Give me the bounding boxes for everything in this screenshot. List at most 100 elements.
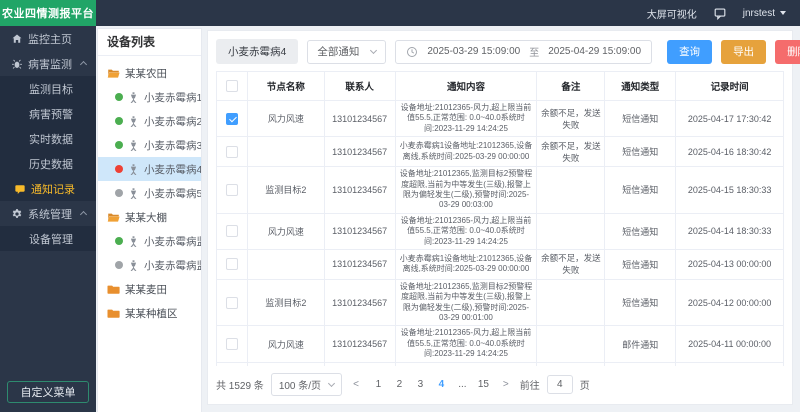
gear-icon <box>11 208 23 220</box>
tree-label: 某某农田 <box>125 66 167 81</box>
cell-contact: 13101234567 <box>324 137 395 167</box>
checkbox-cell <box>217 213 248 249</box>
tree-folder[interactable]: 某某麦田 <box>98 277 201 301</box>
row-checkbox[interactable] <box>226 146 238 158</box>
status-dot <box>115 141 123 149</box>
cell-type: 邮件通知 <box>605 326 676 362</box>
next-page-button[interactable]: > <box>499 379 513 390</box>
cell-type: 短信通知 <box>605 137 676 167</box>
tree-folder[interactable]: 某某大棚 <box>98 205 201 229</box>
cell-time: 2025-04-17 17:30:42 <box>676 101 784 137</box>
cell-node: 风力风速 <box>248 326 325 362</box>
sidebar-item-4[interactable]: 实时数据 <box>0 126 96 151</box>
table-header-row: 节点名称联系人通知内容备注通知类型记录时间 <box>217 72 784 101</box>
device-list-panel: 设备列表 某某农田小麦赤霉病1小麦赤霉病2小麦赤霉病3小麦赤霉病4小麦赤霉病5某… <box>97 28 202 412</box>
table-row[interactable]: 监测目标213101234567设备地址:21012365,监测目标2预警程度超… <box>217 167 784 214</box>
cell-remark <box>537 279 605 326</box>
chevron-down-icon <box>370 46 377 53</box>
sidebar-item-1[interactable]: 病害监测 <box>0 51 96 76</box>
sidebar-item-3[interactable]: 病害预警 <box>0 101 96 126</box>
row-checkbox[interactable] <box>226 184 238 196</box>
row-checkbox[interactable] <box>226 113 238 125</box>
row-checkbox[interactable] <box>226 225 238 237</box>
tree-folder[interactable]: 某某种植区 <box>98 301 201 325</box>
cell-contact: 13101234567 <box>324 167 395 214</box>
date-separator: 至 <box>529 44 539 59</box>
tree-device[interactable]: 小麦赤霉病监.. <box>98 253 201 277</box>
sidebar-item-8[interactable]: 设备管理 <box>0 226 96 251</box>
page-number[interactable]: 4 <box>433 377 450 393</box>
device-icon <box>127 259 140 272</box>
cell-content: 设备地址:21012365-风力,超上限当前值55.5,正常范围: 0.0~40… <box>395 213 537 249</box>
search-button[interactable]: 查询 <box>667 40 712 64</box>
cell-content: 设备地址:21012365,监测目标2预警程度超限,当前为中等发生(三级),报警… <box>395 167 537 214</box>
message-icon[interactable] <box>713 6 727 20</box>
tree-device[interactable]: 小麦赤霉病2 <box>98 109 201 133</box>
cell-content: 小麦赤霉病1设备地址:21012365,设备离线,系统时间:2025-03-29… <box>395 249 537 279</box>
cell-contact: 13101234567 <box>324 213 395 249</box>
page-number[interactable]: 15 <box>475 377 492 393</box>
cell-node: 风力风速 <box>248 101 325 137</box>
table-row[interactable]: 13101234567小麦赤霉病1设备地址:21012365,设备离线,系统时间… <box>217 137 784 167</box>
cell-content: 小麦赤霉病1设备地址:21012365,设备离线,系统时间:2025-03-29… <box>395 137 537 167</box>
device-list-title: 设备列表 <box>98 29 201 56</box>
row-checkbox[interactable] <box>226 297 238 309</box>
table-row[interactable]: 监测目标213101234567设备地址:21012365,监测目标2预警程度超… <box>217 279 784 326</box>
sidebar-item-label: 历史数据 <box>29 156 73 172</box>
fullscreen-link[interactable]: 大屏可视化 <box>647 6 697 21</box>
tree-device[interactable]: 小麦赤霉病3 <box>98 133 201 157</box>
cell-time: 2025-04-12 00:00:00 <box>676 279 784 326</box>
table-row[interactable]: 风力风速13101234567设备地址:21012365-风力,超上限当前值55… <box>217 101 784 137</box>
tree-folder[interactable]: 某某农田 <box>98 61 201 85</box>
export-button[interactable]: 导出 <box>721 40 766 64</box>
tree-device[interactable]: 小麦赤霉病监.. <box>98 229 201 253</box>
folder-closed-icon <box>107 307 120 320</box>
header-actions: 大屏可视化 jnrstest <box>647 6 800 21</box>
tree-label: 小麦赤霉病监.. <box>144 258 201 273</box>
cell-type: 短信通知 <box>605 249 676 279</box>
sidebar-item-2[interactable]: 监测目标 <box>0 76 96 101</box>
sidebar-item-6[interactable]: 通知记录 <box>0 176 96 201</box>
column-header: 记录时间 <box>676 72 784 101</box>
page-size-select[interactable]: 100 条/页 <box>271 373 342 396</box>
date-range-picker[interactable]: 2025-03-29 15:09:00 至 2025-04-29 15:09:0… <box>395 40 652 64</box>
table-row[interactable]: 风力风速13101234567设备地址:21012365-风力,超上限当前值55… <box>217 326 784 362</box>
main-panel: 小麦赤霉病4 全部通知 2025-03-29 15:09:00 至 2025-0… <box>207 30 793 405</box>
cell-time: 2025-04-16 18:30:42 <box>676 137 784 167</box>
page-number[interactable]: 1 <box>370 377 387 393</box>
select-all-checkbox[interactable] <box>226 80 238 92</box>
home-icon <box>11 33 23 45</box>
notify-type-select[interactable]: 全部通知 <box>307 40 386 64</box>
sidebar-item-label: 通知记录 <box>31 181 75 197</box>
custom-menu-button[interactable]: 自定义菜单 <box>7 381 89 403</box>
page-number[interactable]: 2 <box>391 377 408 393</box>
sidebar-item-7[interactable]: 系统管理 <box>0 201 96 226</box>
checkbox-cell <box>217 101 248 137</box>
cell-contact: 13101234567 <box>324 279 395 326</box>
tree-device[interactable]: 小麦赤霉病5 <box>98 181 201 205</box>
status-dot <box>115 165 123 173</box>
cell-remark: 余额不足，发送失败 <box>537 249 605 279</box>
goto-label: 前往 <box>520 377 540 392</box>
page-number[interactable]: 3 <box>412 377 429 393</box>
cell-remark <box>537 326 605 362</box>
tree-label: 小麦赤霉病2 <box>144 114 201 129</box>
goto-page-input[interactable] <box>547 375 573 394</box>
table-row[interactable]: 风力风速13101234567设备地址:21012365-风力,超上限当前值55… <box>217 213 784 249</box>
row-checkbox[interactable] <box>226 338 238 350</box>
user-menu[interactable]: jnrstest <box>743 8 786 19</box>
tree-label: 小麦赤霉病监.. <box>144 234 201 249</box>
table-row[interactable]: 13101234567小麦赤霉病1设备地址:21012365,设备离线,系统时间… <box>217 249 784 279</box>
delete-button[interactable]: 删除 <box>775 40 800 64</box>
device-icon <box>127 139 140 152</box>
tree-label: 小麦赤霉病4 <box>144 162 201 177</box>
sidebar-item-5[interactable]: 历史数据 <box>0 151 96 176</box>
sidebar-item-label: 系统管理 <box>28 206 72 222</box>
row-checkbox[interactable] <box>226 258 238 270</box>
tree-device[interactable]: 小麦赤霉病1 <box>98 85 201 109</box>
sidebar-item-0[interactable]: 监控主页 <box>0 26 96 51</box>
prev-page-button[interactable]: < <box>349 379 363 390</box>
device-icon <box>127 235 140 248</box>
cell-contact: 13101234567 <box>324 101 395 137</box>
tree-device[interactable]: 小麦赤霉病4 <box>98 157 201 181</box>
